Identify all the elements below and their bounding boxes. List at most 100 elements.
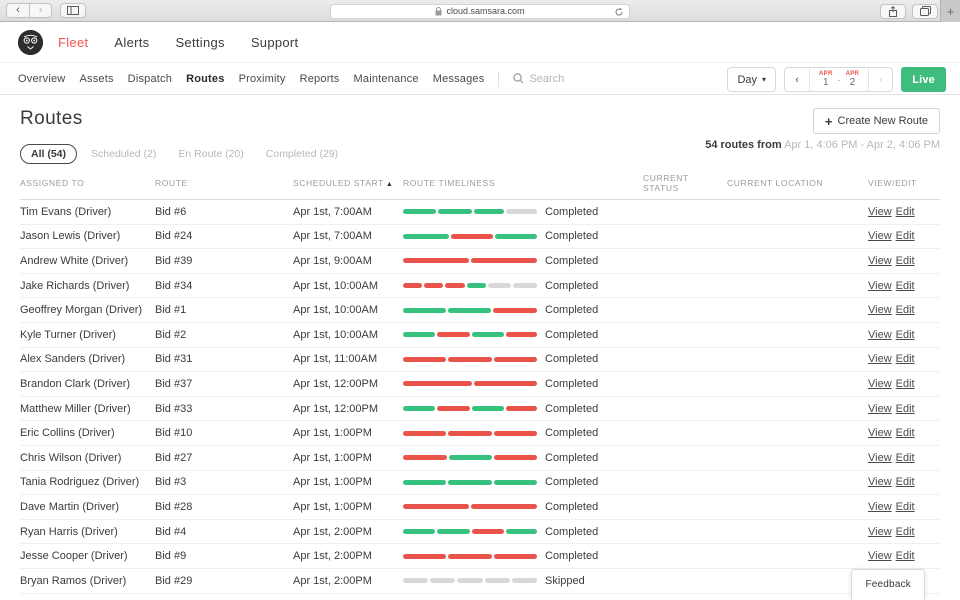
table-row: Bryan Ramos (Driver) Bid #29 Apr 1st, 2:… xyxy=(20,569,940,594)
route-cell: Bid #1 xyxy=(155,304,187,317)
timeliness-segment-late xyxy=(445,283,466,289)
view-link[interactable]: View xyxy=(868,550,892,562)
share-button[interactable] xyxy=(880,3,906,19)
sub-nav-item[interactable]: Messages xyxy=(433,73,485,85)
view-link[interactable]: View xyxy=(868,230,892,242)
create-new-route-button[interactable]: + Create New Route xyxy=(812,108,940,134)
sub-nav-item[interactable]: Assets xyxy=(79,73,113,85)
app-nav-item[interactable]: Fleet xyxy=(58,35,88,50)
sub-nav-item[interactable]: Proximity xyxy=(239,73,286,85)
edit-link[interactable]: Edit xyxy=(896,353,915,365)
view-link[interactable]: View xyxy=(868,206,892,218)
view-link[interactable]: View xyxy=(868,329,892,341)
forward-button[interactable]: › xyxy=(29,4,51,17)
edit-link[interactable]: Edit xyxy=(896,550,915,562)
timeliness-bar xyxy=(403,233,537,239)
timeliness-segment-on-time xyxy=(438,209,472,215)
samsara-owl-logo[interactable] xyxy=(18,29,43,55)
view-link[interactable]: View xyxy=(868,526,892,538)
timeliness-segment-on-time xyxy=(494,479,538,485)
scheduled-start-cell: Apr 1st, 1:00PM xyxy=(293,500,372,513)
sub-nav-item[interactable]: Maintenance xyxy=(354,73,419,85)
scheduled-start-cell: Apr 1st, 9:00AM xyxy=(293,254,372,267)
back-button[interactable]: ‹ xyxy=(7,4,29,17)
edit-link[interactable]: Edit xyxy=(896,280,915,292)
address-bar[interactable]: cloud.samsara.com xyxy=(330,3,630,19)
status-filter-pill[interactable]: Completed (29) xyxy=(266,148,338,160)
edit-link[interactable]: Edit xyxy=(896,378,915,390)
tab-overview-button[interactable] xyxy=(912,3,938,19)
edit-link[interactable]: Edit xyxy=(896,230,915,242)
route-cell: Bid #34 xyxy=(155,279,193,292)
row-actions: View Edit xyxy=(868,255,940,267)
edit-link[interactable]: Edit xyxy=(896,255,915,267)
table-row: Tim Evans (Driver) Bid #6 Apr 1st, 7:00A… xyxy=(20,200,940,225)
status-filter-pill[interactable]: All (54) xyxy=(20,144,78,164)
timeliness-cell: Completed xyxy=(403,353,643,365)
edit-link[interactable]: Edit xyxy=(896,452,915,464)
status-filter-pill[interactable]: Scheduled (2) xyxy=(91,148,156,160)
routes-summary-range: Apr 1, 4:06 PM - Apr 2, 4:06 PM xyxy=(781,139,940,151)
route-cell: Bid #31 xyxy=(155,353,193,366)
edit-link[interactable]: Edit xyxy=(896,501,915,513)
share-icon xyxy=(889,5,897,17)
reload-icon[interactable] xyxy=(614,7,624,19)
sub-nav-item[interactable]: Routes xyxy=(186,73,224,85)
edit-link[interactable]: Edit xyxy=(896,526,915,538)
timeliness-bar xyxy=(403,283,537,289)
live-button[interactable]: Live xyxy=(901,67,946,92)
view-link[interactable]: View xyxy=(868,304,892,316)
search-input[interactable] xyxy=(529,72,620,85)
view-link[interactable]: View xyxy=(868,403,892,415)
view-link[interactable]: View xyxy=(868,501,892,513)
url-text: cloud.samsara.com xyxy=(446,6,525,16)
timeliness-segment-late xyxy=(447,356,493,362)
view-link[interactable]: View xyxy=(868,476,892,488)
column-header-route-timeliness[interactable]: ROUTE TIMELINESS xyxy=(403,178,643,188)
sidebar-toggle-button[interactable] xyxy=(60,3,86,18)
search-container xyxy=(498,70,620,87)
timeliness-segment-late xyxy=(494,455,538,461)
feedback-button[interactable]: Feedback xyxy=(851,569,925,600)
edit-link[interactable]: Edit xyxy=(896,206,915,218)
new-tab-button[interactable]: + xyxy=(940,0,960,22)
route-cell: Bid #33 xyxy=(155,402,193,415)
column-header-scheduled-start[interactable]: SCHEDULED START ▲ xyxy=(293,178,403,188)
app-header: Fleet Alerts Settings Support xyxy=(0,22,960,62)
app-nav-item[interactable]: Alerts xyxy=(114,35,149,50)
column-header-route[interactable]: ROUTE xyxy=(155,178,293,188)
edit-link[interactable]: Edit xyxy=(896,304,915,316)
date-range-button[interactable]: APR 1 - APR 2 xyxy=(809,68,868,91)
view-link[interactable]: View xyxy=(868,255,892,267)
column-header-current-location[interactable]: CURRENT LOCATION xyxy=(727,178,868,188)
edit-link[interactable]: Edit xyxy=(896,476,915,488)
view-link[interactable]: View xyxy=(868,452,892,464)
timeliness-segment-late xyxy=(447,553,493,559)
column-header-assigned-to[interactable]: ASSIGNED TO xyxy=(20,178,155,188)
edit-link[interactable]: Edit xyxy=(896,329,915,341)
edit-link[interactable]: Edit xyxy=(896,427,915,439)
prev-day-button[interactable]: ‹ xyxy=(785,68,809,91)
route-cell: Bid #29 xyxy=(155,574,193,587)
search-icon xyxy=(513,73,524,84)
timeliness-segment-empty xyxy=(511,578,538,584)
sub-nav-item[interactable]: Overview xyxy=(18,73,65,85)
next-day-button[interactable]: › xyxy=(868,68,892,91)
app-nav-item[interactable]: Settings xyxy=(175,35,224,50)
view-link[interactable]: View xyxy=(868,280,892,292)
edit-link[interactable]: Edit xyxy=(896,403,915,415)
sub-nav-item[interactable]: Reports xyxy=(300,73,340,85)
view-link[interactable]: View xyxy=(868,427,892,439)
view-link[interactable]: View xyxy=(868,353,892,365)
route-cell: Bid #10 xyxy=(155,427,193,440)
column-header-current-status[interactable]: CURRENT STATUS xyxy=(643,173,727,193)
scheduled-start-cell: Apr 1st, 2:00PM xyxy=(293,525,372,538)
status-filter-pill[interactable]: En Route (20) xyxy=(178,148,243,160)
view-link[interactable]: View xyxy=(868,378,892,390)
timeliness-segment-empty xyxy=(430,578,456,584)
sub-nav-item[interactable]: Dispatch xyxy=(128,73,172,85)
timeliness-segment-late xyxy=(450,233,494,239)
day-granularity-dropdown[interactable]: Day ▾ xyxy=(727,67,777,92)
column-header-view-edit: VIEW/EDIT xyxy=(868,178,917,188)
app-nav-item[interactable]: Support xyxy=(251,35,299,50)
